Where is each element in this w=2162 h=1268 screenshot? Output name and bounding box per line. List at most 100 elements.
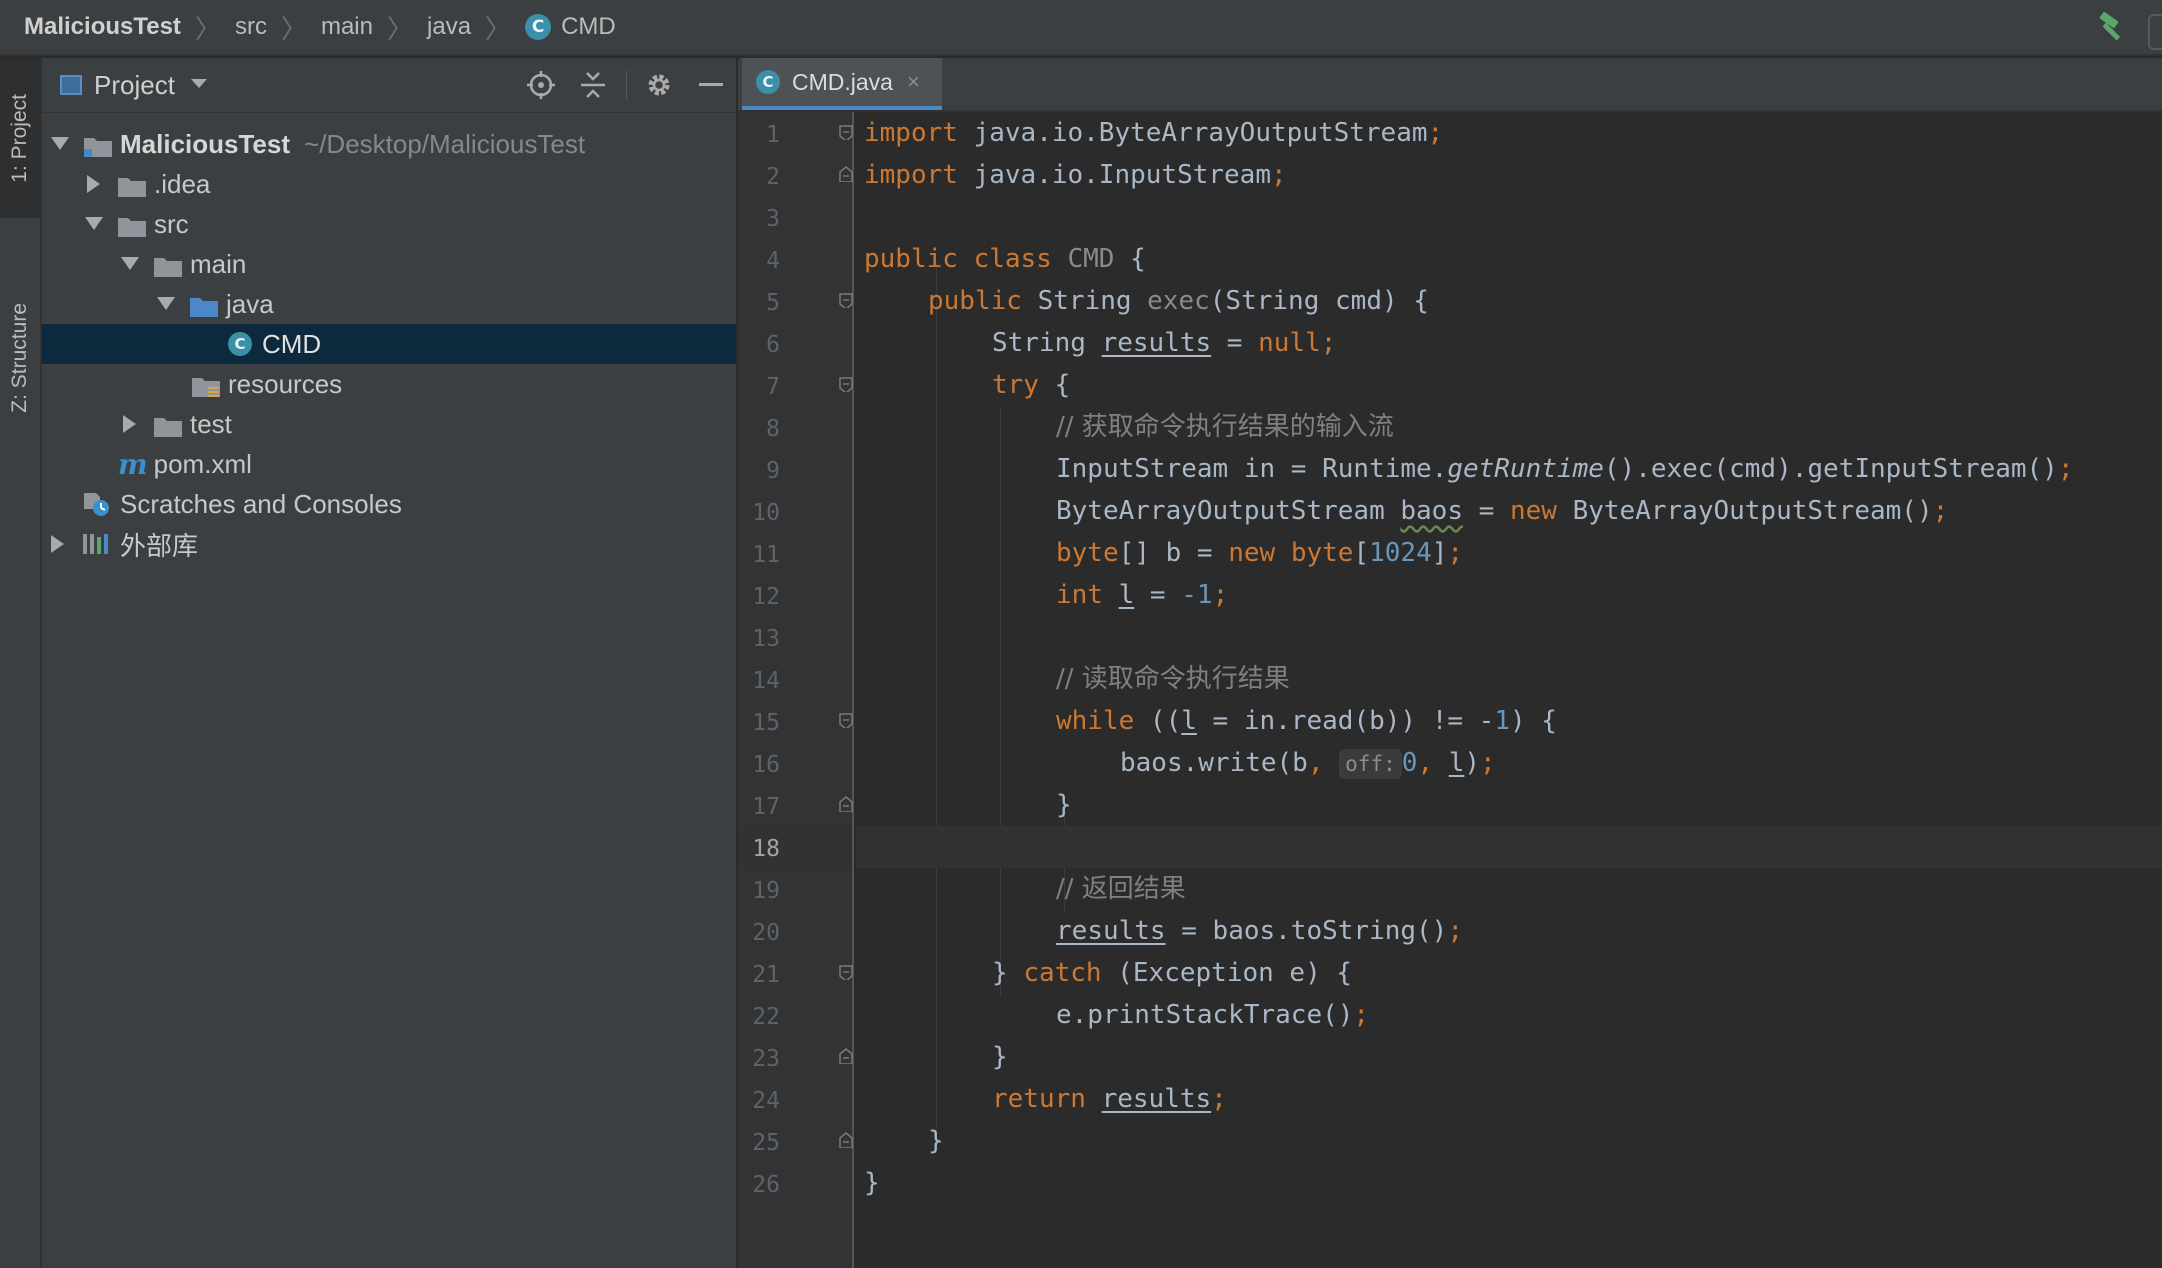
- code-line: import java.io.InputStream;: [856, 154, 2162, 196]
- expanded-arrow-icon[interactable]: [156, 294, 176, 314]
- tree-item-idea[interactable]: .idea: [42, 164, 736, 204]
- line-number[interactable]: 8: [738, 416, 780, 442]
- tree-item-java[interactable]: java: [42, 284, 736, 324]
- line-number[interactable]: 1: [738, 122, 780, 148]
- fold-marker-icon[interactable]: [838, 166, 854, 182]
- token: int: [1056, 580, 1103, 610]
- navigation-bar: MaliciousTest 〉 src 〉 main 〉 java 〉 C CM…: [0, 0, 2162, 56]
- fold-marker-icon[interactable]: [838, 292, 854, 308]
- line-number[interactable]: 20: [738, 920, 780, 946]
- line-number[interactable]: 3: [738, 206, 780, 232]
- line-number[interactable]: 13: [738, 626, 780, 652]
- line-number[interactable]: 23: [738, 1046, 780, 1072]
- expanded-arrow-icon[interactable]: [120, 254, 140, 274]
- code-line: String results = null;: [856, 322, 2162, 364]
- minimize-icon[interactable]: [696, 70, 726, 100]
- token: ;: [1447, 538, 1464, 568]
- code-comment: // 读取命令执行结果: [1056, 664, 1290, 694]
- breadcrumb-main[interactable]: main: [321, 13, 373, 41]
- line-number[interactable]: 18: [738, 836, 780, 862]
- tree-item-root[interactable]: MaliciousTest ~/Desktop/MaliciousTest: [42, 124, 736, 164]
- line-number[interactable]: 2: [738, 164, 780, 190]
- collapsed-arrow-icon[interactable]: [48, 534, 68, 554]
- line-number[interactable]: 11: [738, 542, 780, 568]
- tree-item-external-libraries[interactable]: 外部库: [42, 524, 736, 564]
- line-number[interactable]: 26: [738, 1172, 780, 1198]
- line-number[interactable]: 4: [738, 248, 780, 274]
- tree-item-pom[interactable]: m pom.xml: [42, 444, 736, 484]
- maven-icon: m: [118, 447, 148, 481]
- token: ;: [1320, 328, 1337, 358]
- collapsed-arrow-icon[interactable]: [84, 174, 104, 194]
- token: }: [992, 958, 1024, 988]
- tab-structure[interactable]: Z: Structure: [0, 238, 40, 478]
- fold-marker-icon[interactable]: [838, 1132, 854, 1148]
- gear-icon[interactable]: [644, 70, 674, 100]
- line-number[interactable]: 5: [738, 290, 780, 316]
- line-number[interactable]: 12: [738, 584, 780, 610]
- line-number[interactable]: 6: [738, 332, 780, 358]
- expanded-arrow-icon[interactable]: [50, 134, 70, 154]
- code-line: }: [856, 784, 2162, 826]
- token: {: [1038, 370, 1071, 400]
- tree-item-test[interactable]: test: [42, 404, 736, 444]
- folder-icon: [154, 413, 182, 437]
- code-line: // 读取命令执行结果: [856, 658, 2162, 700]
- token: l: [1448, 748, 1465, 778]
- token: CMD: [1067, 244, 1115, 274]
- project-view-title[interactable]: Project: [94, 70, 175, 101]
- fold-marker-icon[interactable]: [838, 124, 854, 140]
- expanded-arrow-icon[interactable]: [84, 214, 104, 234]
- fold-marker-icon[interactable]: [838, 796, 854, 812]
- fold-marker-icon[interactable]: [838, 964, 854, 980]
- tree-item-src[interactable]: src: [42, 204, 736, 244]
- code-editor[interactable]: import java.io.ByteArrayOutputStream; im…: [856, 112, 2162, 1268]
- tree-item-resources[interactable]: resources: [42, 364, 736, 404]
- locate-icon[interactable]: [526, 70, 556, 100]
- line-number[interactable]: 16: [738, 752, 780, 778]
- fold-marker-icon[interactable]: [838, 1048, 854, 1064]
- collapse-all-icon[interactable]: [578, 70, 608, 100]
- token: byte: [1056, 538, 1119, 568]
- token: = baos.toString(): [1165, 916, 1448, 946]
- token: ().exec(cmd).getInputStream(): [1603, 454, 2058, 484]
- tree-label: src: [154, 208, 189, 239]
- line-number[interactable]: 10: [738, 500, 780, 526]
- hammer-icon[interactable]: [2094, 11, 2128, 47]
- token: ;: [1932, 496, 1949, 526]
- tree-item-cmd[interactable]: C CMD: [42, 324, 736, 364]
- tree-item-scratches[interactable]: Scratches and Consoles: [42, 484, 736, 524]
- line-number[interactable]: 14: [738, 668, 780, 694]
- token: byte: [1290, 538, 1354, 568]
- breadcrumb-separator: 〉: [485, 13, 512, 44]
- line-number[interactable]: 24: [738, 1088, 780, 1114]
- close-icon[interactable]: ×: [907, 69, 920, 95]
- token: ,: [1417, 748, 1449, 778]
- line-number[interactable]: 25: [738, 1130, 780, 1156]
- chevron-down-icon[interactable]: [190, 76, 207, 94]
- line-number[interactable]: 17: [738, 794, 780, 820]
- code-line: public String exec(String cmd) {: [856, 280, 2162, 322]
- line-number[interactable]: 9: [738, 458, 780, 484]
- line-number[interactable]: 19: [738, 878, 780, 904]
- line-number[interactable]: 15: [738, 710, 780, 736]
- fold-marker-icon[interactable]: [838, 712, 854, 728]
- breadcrumb-project[interactable]: MaliciousTest: [24, 13, 181, 41]
- editor-tab-cmd-java[interactable]: C CMD.java ×: [742, 58, 942, 110]
- tree-item-main[interactable]: main: [42, 244, 736, 284]
- breadcrumb-java[interactable]: java: [427, 13, 471, 41]
- token: String: [992, 328, 1102, 358]
- breadcrumb-src[interactable]: src: [235, 13, 267, 41]
- token: =: [1211, 328, 1259, 358]
- line-number[interactable]: 7: [738, 374, 780, 400]
- fold-marker-icon[interactable]: [838, 376, 854, 392]
- token: {: [1114, 244, 1146, 274]
- collapsed-arrow-icon[interactable]: [120, 414, 140, 434]
- breadcrumb-cmd[interactable]: CMD: [561, 13, 616, 41]
- line-number[interactable]: 21: [738, 962, 780, 988]
- token: catch: [1023, 958, 1102, 988]
- tree-path: ~/Desktop/MaliciousTest: [304, 128, 586, 159]
- token: ;: [1447, 916, 1463, 946]
- line-number[interactable]: 22: [738, 1004, 780, 1030]
- tab-project[interactable]: 1: Project: [0, 58, 40, 218]
